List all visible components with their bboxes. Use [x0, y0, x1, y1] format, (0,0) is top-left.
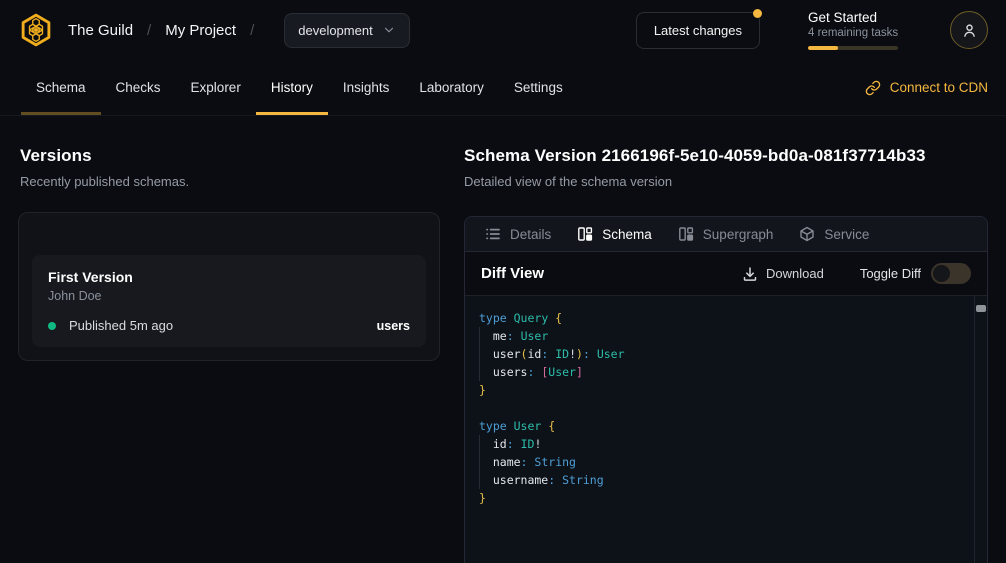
breadcrumb-org[interactable]: The Guild	[68, 22, 133, 39]
environment-selector-value: development	[298, 23, 372, 38]
version-status: Published 5m ago	[69, 318, 173, 333]
detail-tab-supergraph[interactable]: Supergraph	[678, 226, 774, 242]
connect-to-cdn-label: Connect to CDN	[890, 80, 988, 95]
nav-tab-insights[interactable]: Insights	[328, 60, 405, 115]
detail-tab-label: Details	[510, 227, 551, 242]
detail-title: Schema Version 2166196f-5e10-4059-bd0a-0…	[464, 146, 988, 166]
detail-tab-schema[interactable]: Schema	[577, 226, 652, 242]
get-started-subtitle: 4 remaining tasks	[808, 27, 904, 39]
scrollbar-thumb[interactable]	[976, 305, 986, 312]
toggle-diff-label: Toggle Diff	[860, 266, 921, 281]
version-name: First Version	[48, 269, 410, 285]
latest-changes-button[interactable]: Latest changes	[636, 12, 760, 49]
detail-tab-details[interactable]: Details	[485, 226, 551, 242]
detail-subtitle: Detailed view of the schema version	[464, 174, 988, 189]
detail-tab-service[interactable]: Service	[799, 226, 869, 242]
get-started-widget[interactable]: Get Started 4 remaining tasks	[808, 10, 904, 50]
detail-tab-label: Schema	[602, 227, 652, 242]
nav-tab-history[interactable]: History	[256, 60, 328, 115]
diff-view-toolbar: Diff View Download Toggle Diff	[465, 252, 987, 296]
primary-nav: Schema Checks Explorer History Insights …	[0, 60, 1006, 116]
nav-tab-explorer[interactable]: Explorer	[176, 60, 256, 115]
app-header: The Guild / My Project / development Lat…	[0, 0, 1006, 60]
diff-actions: Download Toggle Diff	[742, 263, 971, 284]
nav-tab-settings[interactable]: Settings	[499, 60, 578, 115]
list-icon	[485, 226, 501, 242]
versions-panel: Versions Recently published schemas. Fir…	[18, 116, 440, 361]
diff-view-title: Diff View	[481, 265, 544, 282]
detail-container: Details Schema Supergraph	[464, 216, 988, 563]
version-author: John Doe	[48, 289, 410, 303]
version-service-badge: users	[377, 319, 410, 333]
download-label: Download	[766, 266, 824, 281]
breadcrumb-project[interactable]: My Project	[165, 22, 236, 39]
detail-tab-label: Supergraph	[703, 227, 774, 242]
notification-dot	[753, 9, 762, 18]
nav-tab-schema[interactable]: Schema	[21, 60, 101, 115]
toggle-diff-switch[interactable]	[931, 263, 971, 284]
person-icon	[961, 22, 978, 39]
download-icon	[742, 266, 758, 282]
code-lines: type Query {me: Useruser(id: ID!): Useru…	[479, 309, 967, 507]
chevron-down-icon	[382, 23, 396, 37]
detail-tab-label: Service	[824, 227, 869, 242]
toggle-knob	[933, 265, 950, 282]
vertical-scrollbar	[974, 296, 987, 563]
version-meta-row: Published 5m ago users	[48, 318, 410, 333]
version-detail-panel: Schema Version 2166196f-5e10-4059-bd0a-0…	[464, 116, 988, 563]
nav-tab-laboratory[interactable]: Laboratory	[404, 60, 499, 115]
version-list-item[interactable]: First Version John Doe Published 5m ago …	[32, 255, 426, 347]
get-started-title: Get Started	[808, 10, 904, 25]
breadcrumb-separator: /	[250, 22, 254, 39]
link-icon	[865, 80, 881, 96]
main-content: Versions Recently published schemas. Fir…	[0, 116, 1006, 563]
nav-tab-checks[interactable]: Checks	[101, 60, 176, 115]
connect-to-cdn-link[interactable]: Connect to CDN	[865, 60, 988, 115]
detail-tabbar: Details Schema Supergraph	[465, 217, 987, 252]
cube-icon	[799, 226, 815, 242]
get-started-progress-track	[808, 46, 898, 50]
get-started-progress-fill	[808, 46, 838, 50]
versions-list-card: First Version John Doe Published 5m ago …	[18, 212, 440, 361]
schema-sdl-code-block: type Query {me: Useruser(id: ID!): Useru…	[465, 296, 987, 563]
published-status-dot	[48, 322, 56, 330]
latest-changes-label: Latest changes	[654, 23, 742, 38]
breadcrumb-separator: /	[147, 22, 151, 39]
environment-selector[interactable]: development	[284, 13, 409, 48]
columns-icon	[678, 226, 694, 242]
versions-subtitle: Recently published schemas.	[20, 174, 440, 189]
hive-logo-icon[interactable]	[18, 12, 54, 48]
versions-title: Versions	[20, 146, 440, 166]
columns-icon	[577, 226, 593, 242]
download-button[interactable]: Download	[742, 266, 824, 282]
user-avatar[interactable]	[950, 11, 988, 49]
